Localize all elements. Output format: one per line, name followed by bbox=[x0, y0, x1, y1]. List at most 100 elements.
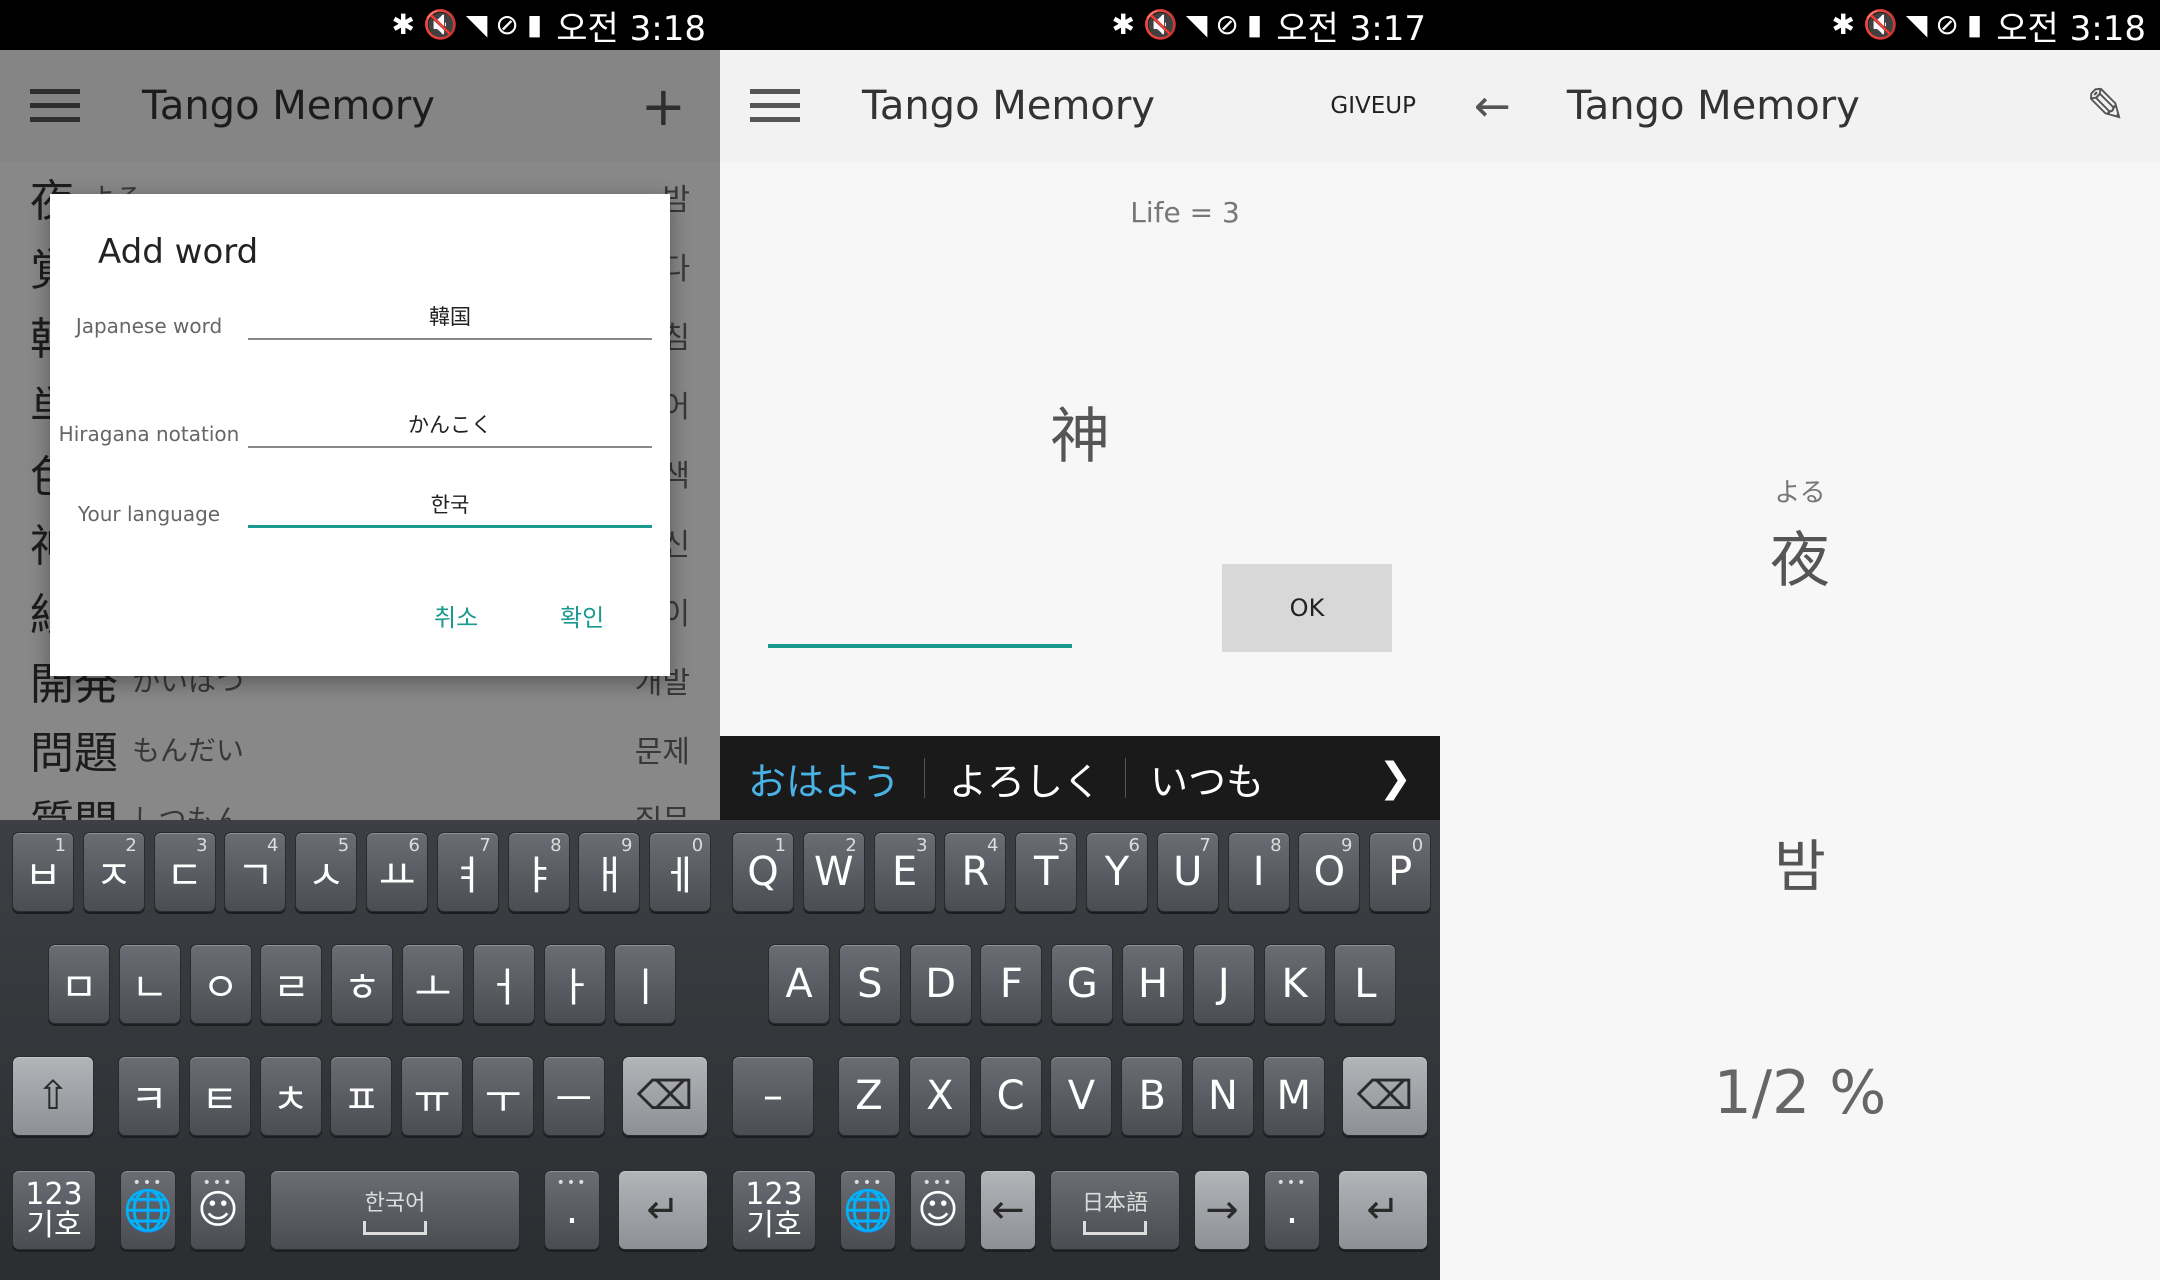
keyboard-key[interactable]: ㅁ bbox=[48, 944, 110, 1024]
key-label: ㅗ bbox=[414, 965, 452, 1011]
keyboard-key[interactable]: ㅅ5 bbox=[295, 832, 358, 912]
key-label: X bbox=[926, 1073, 954, 1119]
keyboard-key[interactable]: R4 bbox=[944, 832, 1007, 912]
keyboard-key[interactable]: W2 bbox=[802, 832, 865, 912]
keyboard-key[interactable]: ㅛ6 bbox=[366, 832, 428, 912]
dash-key[interactable]: – bbox=[732, 1056, 814, 1136]
hamburger-menu-icon[interactable] bbox=[750, 89, 800, 123]
japanese-word-field[interactable]: 韓国 bbox=[248, 294, 652, 340]
keyboard-key[interactable]: P0 bbox=[1369, 832, 1432, 912]
space-key[interactable]: 한국어 bbox=[270, 1170, 520, 1250]
language-key[interactable]: 🌐 ••• bbox=[120, 1170, 176, 1250]
keyboard-key[interactable]: ㅗ bbox=[402, 944, 464, 1024]
space-key[interactable]: 日本語 bbox=[1050, 1170, 1180, 1250]
backspace-icon: ⌫ bbox=[636, 1073, 694, 1119]
keyboard-key[interactable]: N bbox=[1192, 1056, 1254, 1136]
keyboard-key[interactable]: O9 bbox=[1298, 832, 1361, 912]
keyboard-key[interactable]: I8 bbox=[1227, 832, 1290, 912]
keyboard-key[interactable]: ㅂ1 bbox=[12, 832, 74, 912]
key-label: Z bbox=[855, 1073, 883, 1119]
keyboard-key[interactable]: H bbox=[1122, 944, 1184, 1024]
keyboard-key[interactable]: Y6 bbox=[1086, 832, 1148, 912]
key-label: ㅣ bbox=[626, 965, 664, 1011]
hiragana-field[interactable]: かんこく bbox=[248, 402, 652, 448]
chevron-right-icon[interactable]: ❯ bbox=[1378, 755, 1412, 801]
keyboard-key[interactable]: V bbox=[1050, 1056, 1113, 1136]
cursor-right-key[interactable]: → bbox=[1194, 1170, 1250, 1250]
shift-key[interactable]: ⇧ bbox=[12, 1056, 94, 1136]
keyboard-key[interactable]: ㅔ0 bbox=[649, 832, 712, 912]
emoji-key[interactable]: ☺ ••• bbox=[190, 1170, 246, 1250]
keyboard-key[interactable]: G bbox=[1051, 944, 1114, 1024]
keyboard-key[interactable]: S bbox=[838, 944, 901, 1024]
keyboard-key[interactable]: ㄷ3 bbox=[153, 832, 216, 912]
enter-key[interactable]: ↵ bbox=[618, 1170, 708, 1250]
keyboard-key[interactable]: F bbox=[980, 944, 1043, 1024]
keyboard-key[interactable]: ㅜ bbox=[472, 1056, 534, 1136]
keyboard-key[interactable]: ㅣ bbox=[614, 944, 677, 1024]
your-language-field[interactable]: 한국 bbox=[248, 482, 652, 528]
back-arrow-icon[interactable]: ← bbox=[1474, 81, 1511, 132]
key-hint-dots: ••• bbox=[852, 1175, 884, 1191]
keyboard-key[interactable]: ㅓ bbox=[472, 944, 535, 1024]
suggestion-item[interactable]: いつも bbox=[1150, 751, 1264, 806]
backspace-key[interactable]: ⌫ bbox=[622, 1056, 708, 1136]
keyboard-key[interactable]: ㅌ bbox=[188, 1056, 251, 1136]
key-label: H bbox=[1137, 961, 1169, 1007]
keyboard-key[interactable]: Z bbox=[838, 1056, 900, 1136]
ok-button[interactable]: OK bbox=[1222, 564, 1392, 652]
keyboard-key[interactable]: ㅊ bbox=[259, 1056, 322, 1136]
key-label: ㅇ bbox=[202, 965, 239, 1011]
keyboard-key[interactable]: ㅎ bbox=[331, 944, 394, 1024]
emoji-key[interactable]: ☺ ••• bbox=[910, 1170, 966, 1250]
cancel-button[interactable]: 취소 bbox=[434, 598, 478, 633]
arrow-right-icon: → bbox=[1205, 1187, 1239, 1233]
keyboard-key[interactable]: C bbox=[979, 1056, 1042, 1136]
keyboard-key[interactable]: ㄴ bbox=[118, 944, 181, 1024]
keyboard-key[interactable]: A bbox=[768, 944, 830, 1024]
cursor-left-key[interactable]: ← bbox=[980, 1170, 1036, 1250]
key-label: ㅜ bbox=[484, 1077, 522, 1123]
language-key[interactable]: 🌐 ••• bbox=[840, 1170, 896, 1250]
key-number-hint: 9 bbox=[1340, 835, 1353, 856]
keyboard-key[interactable]: ㅑ8 bbox=[507, 832, 570, 912]
keyboard-key[interactable]: K bbox=[1263, 944, 1326, 1024]
keyboard-key[interactable]: ㅐ9 bbox=[578, 832, 641, 912]
key-number-hint: 0 bbox=[691, 835, 704, 856]
suggestion-item[interactable]: よろしく bbox=[949, 751, 1101, 806]
keyboard-key[interactable]: ㅕ7 bbox=[436, 832, 499, 912]
keyboard-key[interactable]: ㅠ bbox=[401, 1056, 464, 1136]
suggestion-item[interactable]: おはよう bbox=[748, 751, 900, 806]
symbols-key[interactable]: 123 기호 bbox=[732, 1170, 816, 1250]
symbols-key[interactable]: 123 기호 bbox=[12, 1170, 96, 1250]
key-number-hint: 5 bbox=[1057, 835, 1070, 856]
japanese-word-label: Japanese word bbox=[75, 314, 223, 338]
keyboard-key[interactable]: ㅋ bbox=[118, 1056, 180, 1136]
confirm-button[interactable]: 확인 bbox=[560, 598, 604, 633]
keyboard-key[interactable]: J bbox=[1192, 944, 1255, 1024]
keyboard-key[interactable]: M bbox=[1262, 1056, 1325, 1136]
keyboard-key[interactable]: D bbox=[909, 944, 972, 1024]
keyboard-key[interactable]: E3 bbox=[873, 832, 936, 912]
keyboard-key[interactable]: L bbox=[1334, 944, 1397, 1024]
period-key[interactable]: . ••• bbox=[1264, 1170, 1320, 1250]
edit-pencil-icon[interactable]: ✎ bbox=[2086, 78, 2126, 134]
keyboard-key[interactable]: ㅈ2 bbox=[82, 832, 145, 912]
keyboard-key[interactable]: ㅇ bbox=[189, 944, 252, 1024]
keyboard-key[interactable]: ㅍ bbox=[330, 1056, 393, 1136]
keyboard-key[interactable]: U7 bbox=[1156, 832, 1219, 912]
keyboard-key[interactable]: ㄱ4 bbox=[224, 832, 287, 912]
keyboard-key[interactable]: B bbox=[1121, 1056, 1184, 1136]
giveup-button[interactable]: GIVEUP bbox=[1330, 93, 1416, 119]
keyboard-key[interactable]: ㅏ bbox=[543, 944, 606, 1024]
key-label: Y bbox=[1104, 849, 1130, 895]
answer-input[interactable] bbox=[768, 596, 1072, 648]
enter-key[interactable]: ↵ bbox=[1338, 1170, 1428, 1250]
keyboard-key[interactable]: Q1 bbox=[732, 832, 794, 912]
backspace-key[interactable]: ⌫ bbox=[1342, 1056, 1428, 1136]
period-key[interactable]: . ••• bbox=[544, 1170, 600, 1250]
keyboard-key[interactable]: T5 bbox=[1015, 832, 1078, 912]
keyboard-key[interactable]: ㄹ bbox=[260, 944, 323, 1024]
keyboard-key[interactable]: X bbox=[908, 1056, 971, 1136]
keyboard-key[interactable]: ㅡ bbox=[542, 1056, 605, 1136]
